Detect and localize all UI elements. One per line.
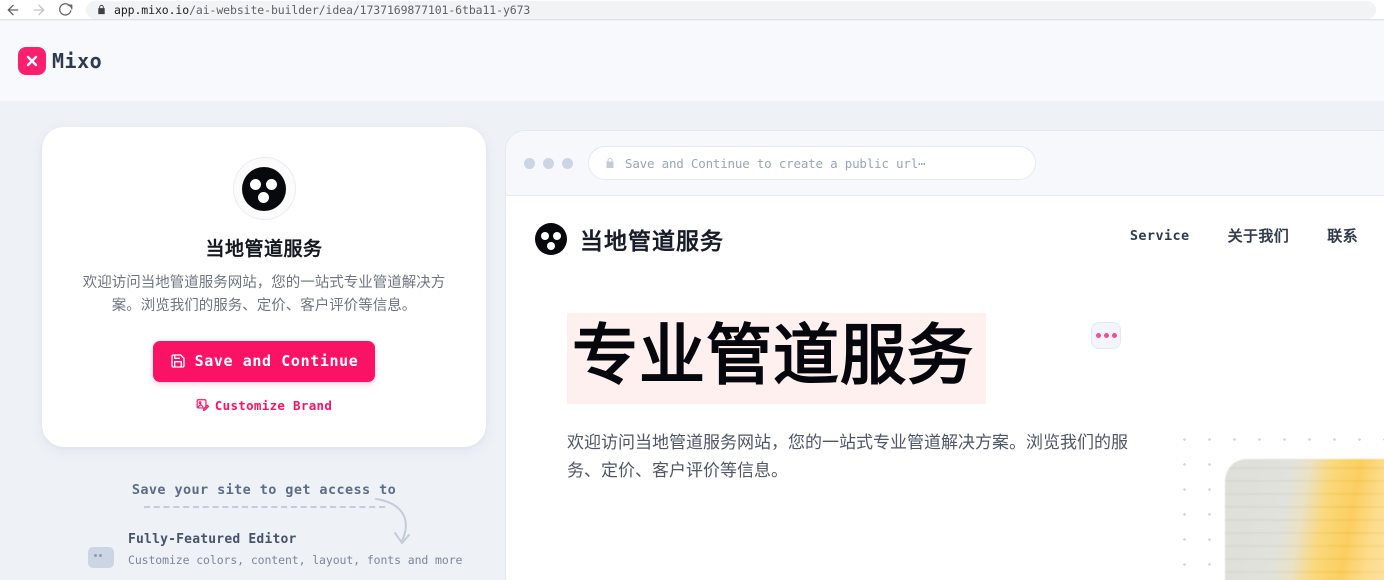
x-mark-icon <box>18 47 46 75</box>
reload-button[interactable] <box>52 0 78 20</box>
site-nav-link-about[interactable]: 关于我们 <box>1228 225 1290 246</box>
customize-brand-label: Customize Brand <box>214 397 333 413</box>
lock-icon <box>98 4 105 15</box>
three-dot-circle-logo <box>242 166 286 211</box>
idea-description: 欢迎访问当地管道服务网站，您的一站式专业管道解决方案。浏览我们的服务、定价、客户… <box>82 275 446 315</box>
preview-url-bar[interactable]: Save and Continue to create a public url… <box>588 146 1036 180</box>
feature-subtitle: Customize colors, content, layout, fonts… <box>128 552 463 567</box>
floppy-save-icon <box>170 354 185 369</box>
save-and-continue-label: Save and Continue <box>194 352 359 371</box>
editor-thumbnail-icon <box>88 546 114 568</box>
url-path: /ai-website-builder/idea/1737169877101-6… <box>189 2 531 17</box>
window-controls <box>520 157 573 169</box>
image-edit-icon <box>196 399 209 412</box>
preview-browser-topbar: Save and Continue to create a public url… <box>506 131 1384 196</box>
arrow-left-icon <box>7 4 19 15</box>
workspace: 当地管道服务 欢迎访问当地管道服务网站，您的一站式专业管道解决方案。浏览我们的服… <box>0 101 1384 580</box>
address-bar-url: app.mixo.io/ai-website-builder/idea/1737… <box>114 3 530 17</box>
feature-item: Fully-Featured Editor Customize colors, … <box>42 532 486 568</box>
browser-chrome: app.mixo.io/ai-website-builder/idea/1737… <box>0 0 1384 20</box>
three-dot-edit-badge[interactable] <box>1091 322 1121 349</box>
site-preview-panel: Save and Continue to create a public url… <box>505 130 1384 580</box>
left-panel: 当地管道服务 欢迎访问当地管道服务网站，您的一站式专业管道解决方案。浏览我们的服… <box>42 127 486 568</box>
window-dot-minimize <box>543 157 554 169</box>
reload-icon <box>58 3 72 16</box>
hero-title: 专业管道服务 <box>567 313 986 404</box>
upsell-section: Save your site to get access to Fully-Fe… <box>42 481 486 568</box>
mixo-logo[interactable]: Mixo <box>18 47 102 75</box>
hero-title-wrap: 专业管道服务 <box>567 313 1121 404</box>
site-nav-link-service[interactable]: Service <box>1130 228 1190 244</box>
brand-name: Mixo <box>52 49 103 73</box>
hero-subtitle: 欢迎访问当地管道服务网站，您的一站式专业管道解决方案。浏览我们的服务、定价、客户… <box>567 432 1128 481</box>
site-nav-links: Service 关于我们 联系 <box>1130 225 1372 246</box>
app-header: Mixo <box>0 21 1384 101</box>
back-button[interactable] <box>0 0 26 20</box>
arrow-right-icon <box>33 4 45 15</box>
preview-url-placeholder: Save and Continue to create a public url… <box>625 155 926 171</box>
upsell-heading: Save your site to get access to <box>131 481 397 498</box>
window-dot-maximize <box>562 157 573 169</box>
site-brand-name: 当地管道服务 <box>580 229 724 254</box>
save-and-continue-button[interactable]: Save and Continue <box>153 340 375 382</box>
feature-title: Fully-Featured Editor <box>128 531 297 547</box>
idea-card: 当地管道服务 欢迎访问当地管道服务网站，您的一站式专业管道解决方案。浏览我们的服… <box>42 127 486 447</box>
site-header: 当地管道服务 Service 关于我们 联系 <box>506 196 1384 258</box>
window-dot-close <box>524 157 535 169</box>
feature-text: Fully-Featured Editor Customize colors, … <box>128 532 462 567</box>
plumber-photo <box>1225 459 1384 580</box>
forward-button[interactable] <box>26 0 52 20</box>
lock-icon <box>606 158 614 168</box>
x-glyph <box>26 55 38 67</box>
dashed-divider <box>143 505 385 508</box>
site-brand[interactable]: 当地管道服务 <box>535 222 724 256</box>
three-dot-circle-logo <box>535 223 567 255</box>
address-bar[interactable]: app.mixo.io/ai-website-builder/idea/1737… <box>86 0 1376 19</box>
page-title: 当地管道服务 <box>205 239 323 260</box>
site-canvas: 当地管道服务 Service 关于我们 联系 专业管道服务 欢迎访问当地管道服务… <box>506 196 1384 580</box>
avatar <box>232 157 296 220</box>
url-host: app.mixo.io <box>114 2 190 17</box>
customize-brand-button[interactable]: Customize Brand <box>196 398 332 413</box>
site-nav-link-contact[interactable]: 联系 <box>1327 225 1358 246</box>
upsell-heading-wrap: Save your site to get access to <box>42 481 486 506</box>
hero-section: 专业管道服务 欢迎访问当地管道服务网站，您的一站式专业管道解决方案。浏览我们的服… <box>506 313 1128 486</box>
